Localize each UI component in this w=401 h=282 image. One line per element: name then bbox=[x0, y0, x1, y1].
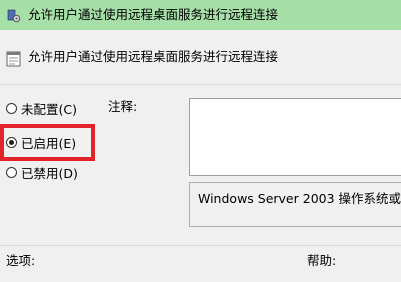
supported-on-field: Windows Server 2003 操作系统或 W bbox=[189, 182, 401, 227]
title-bar: 允许用户通过使用远程桌面服务进行远程连接 bbox=[0, 0, 401, 30]
options-label: 选项: bbox=[6, 253, 36, 268]
enabled-highlight-box bbox=[0, 124, 95, 161]
radio-disabled-circle[interactable] bbox=[6, 166, 17, 178]
radio-not-configured-label: 未配置(C) bbox=[21, 101, 77, 117]
window-title: 允许用户通过使用远程桌面服务进行远程连接 bbox=[28, 7, 279, 22]
help-label: 帮助: bbox=[307, 253, 337, 268]
policy-name: 允许用户通过使用远程桌面服务进行远程连接 bbox=[28, 49, 279, 64]
comment-label: 注释: bbox=[108, 99, 138, 114]
footer-divider bbox=[0, 245, 401, 246]
supported-on-text: Windows Server 2003 操作系统或 W bbox=[198, 191, 401, 206]
radio-disabled[interactable]: 已禁用(D) bbox=[6, 163, 78, 181]
policy-app-icon bbox=[7, 9, 21, 23]
header-divider bbox=[0, 84, 401, 85]
policy-setting-icon bbox=[6, 51, 21, 67]
radio-not-configured-circle[interactable] bbox=[6, 102, 17, 114]
radio-disabled-label: 已禁用(D) bbox=[21, 165, 78, 181]
comment-input[interactable] bbox=[189, 98, 401, 176]
radio-not-configured[interactable]: 未配置(C) bbox=[6, 99, 77, 117]
